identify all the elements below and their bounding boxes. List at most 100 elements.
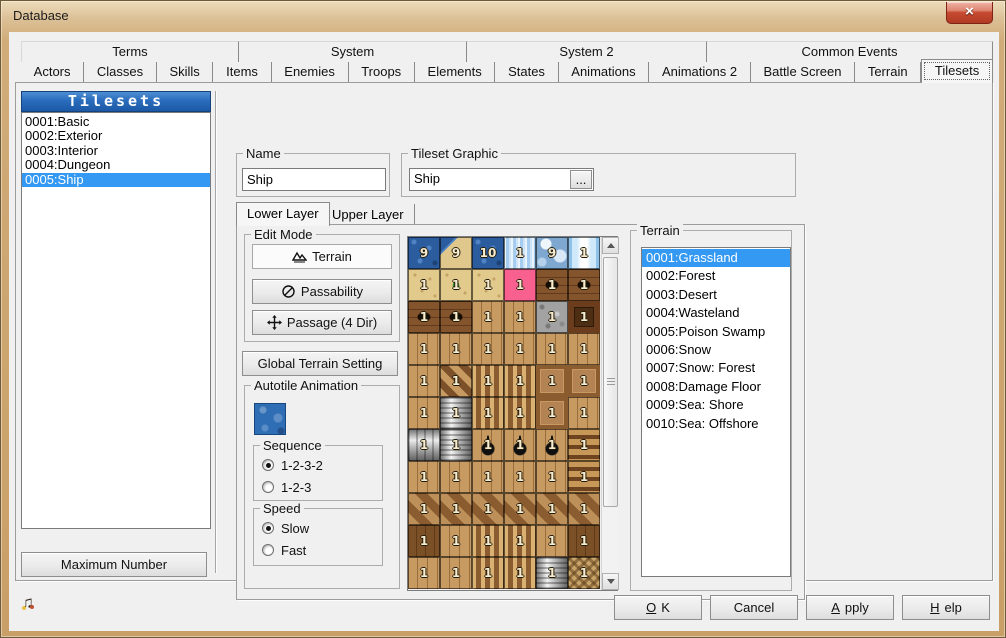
tileset-tile[interactable]: 1 — [472, 269, 504, 301]
tileset-tile[interactable]: 1 — [568, 397, 600, 429]
tileset-tile[interactable]: 1 — [440, 461, 472, 493]
tileset-tile[interactable]: 1 — [440, 557, 472, 589]
tileset-list-item[interactable]: 0003:Interior — [22, 144, 210, 158]
tileset-tile[interactable]: 1 — [472, 301, 504, 333]
scroll-thumb[interactable] — [603, 257, 618, 507]
tileset-tile[interactable]: 1 — [504, 269, 536, 301]
tileset-tile[interactable]: 1 — [472, 365, 504, 397]
maximum-number-button[interactable]: Maximum Number — [21, 552, 207, 577]
tileset-tile[interactable]: 1 — [504, 525, 536, 557]
name-input[interactable] — [242, 168, 386, 191]
terrain-list-item[interactable]: 0002:Forest — [642, 267, 790, 285]
tileset-list-item[interactable]: 0001:Basic — [22, 115, 210, 129]
help-button[interactable]: Help — [902, 595, 990, 620]
tileset-tile[interactable]: 1 — [504, 429, 536, 461]
tileset-graphic-field[interactable]: Ship ... — [409, 168, 594, 191]
tileset-tile[interactable]: 1 — [472, 461, 504, 493]
terrain-list-item[interactable]: 0001:Grassland — [642, 249, 790, 267]
tileset-tile[interactable]: 1 — [472, 493, 504, 525]
sequence-option-1-2-3[interactable]: 1-2-3 — [262, 480, 311, 494]
tab-group-system-2[interactable]: System 2 — [467, 41, 707, 62]
tab-enemies[interactable]: Enemies — [272, 62, 349, 82]
tileset-tile[interactable]: 1 — [536, 525, 568, 557]
tileset-tile[interactable]: 1 — [408, 461, 440, 493]
tab-skills[interactable]: Skills — [157, 62, 214, 82]
tileset-tile[interactable]: 9 — [440, 237, 472, 269]
tileset-tile[interactable]: 1 — [440, 525, 472, 557]
radio-checked[interactable] — [262, 522, 274, 534]
tileset-tile[interactable]: 1 — [536, 269, 568, 301]
apply-button[interactable]: Apply — [806, 595, 894, 620]
tileset-tile[interactable]: 1 — [472, 429, 504, 461]
speed-option-slow[interactable]: Slow — [262, 521, 309, 535]
tileset-tile[interactable]: 1 — [568, 269, 600, 301]
tileset-list-item[interactable]: 0005:Ship — [22, 173, 210, 187]
tileset-tile[interactable]: 1 — [472, 557, 504, 589]
terrain-list-item[interactable]: 0004:Wasteland — [642, 304, 790, 322]
ok-button[interactable]: OK — [614, 595, 702, 620]
titlebar[interactable]: Database × — [1, 1, 1005, 32]
tab-animations-2[interactable]: Animations 2 — [649, 62, 751, 82]
tileset-tile[interactable]: 1 — [408, 557, 440, 589]
tileset-tile[interactable]: 1 — [568, 493, 600, 525]
tileset-tile[interactable]: 1 — [408, 397, 440, 429]
tab-battle-screen[interactable]: Battle Screen — [751, 62, 855, 82]
terrain-button[interactable]: Terrain — [252, 244, 392, 269]
radio-unchecked[interactable] — [262, 544, 274, 556]
radio-unchecked[interactable] — [262, 481, 274, 493]
tileset-tile[interactable]: 1 — [568, 461, 600, 493]
tileset-tile[interactable]: 1 — [440, 301, 472, 333]
tileset-tile[interactable]: 1 — [408, 429, 440, 461]
close-button[interactable]: × — [946, 2, 993, 24]
tileset-tile[interactable]: 1 — [504, 365, 536, 397]
passage-4-dir-button[interactable]: Passage (4 Dir) — [252, 310, 392, 335]
tileset-scrollbar[interactable] — [601, 237, 618, 590]
tileset-list-item[interactable]: 0004:Dungeon — [22, 158, 210, 172]
tileset-tile[interactable]: 1 — [568, 333, 600, 365]
tileset-tile[interactable]: 1 — [536, 557, 568, 589]
tab-lower-layer[interactable]: Lower Layer — [236, 202, 330, 226]
tileset-tile[interactable]: 1 — [568, 429, 600, 461]
tileset-tile[interactable]: 1 — [568, 557, 600, 589]
tileset-tile[interactable]: 1 — [568, 237, 600, 269]
terrain-list-item[interactable]: 0006:Snow — [642, 341, 790, 359]
tab-group-system[interactable]: System — [239, 41, 467, 62]
tileset-tile[interactable]: 1 — [408, 365, 440, 397]
tileset-tile[interactable]: 1 — [408, 493, 440, 525]
tileset-tile[interactable]: 1 — [536, 365, 568, 397]
tileset-tile[interactable]: 9 — [408, 237, 440, 269]
tab-tilesets[interactable]: Tilesets — [921, 59, 993, 83]
tileset-tile[interactable]: 1 — [568, 301, 600, 333]
tileset-tile[interactable]: 1 — [440, 493, 472, 525]
tileset-tile[interactable]: 1 — [536, 429, 568, 461]
radio-checked[interactable] — [262, 459, 274, 471]
tileset-tile[interactable]: 1 — [568, 525, 600, 557]
tileset-tile[interactable]: 1 — [440, 365, 472, 397]
tab-states[interactable]: States — [495, 62, 558, 82]
tileset-tile[interactable]: 10 — [472, 237, 504, 269]
tileset-tile[interactable]: 1 — [504, 461, 536, 493]
tab-classes[interactable]: Classes — [84, 62, 157, 82]
terrain-list[interactable]: 0001:Grassland0002:Forest0003:Desert0004… — [641, 247, 791, 577]
tileset-tile[interactable]: 1 — [408, 333, 440, 365]
tab-group-terms[interactable]: Terms — [21, 41, 239, 62]
tileset-tile[interactable]: 1 — [536, 333, 568, 365]
tileset-tile[interactable]: 1 — [504, 557, 536, 589]
passability-button[interactable]: Passability — [252, 279, 392, 304]
tab-elements[interactable]: Elements — [415, 62, 496, 82]
tileset-tile[interactable]: 1 — [536, 397, 568, 429]
tileset-tile[interactable]: 1 — [504, 397, 536, 429]
terrain-list-item[interactable]: 0008:Damage Floor — [642, 378, 790, 396]
tileset-tile[interactable]: 1 — [440, 269, 472, 301]
tileset-tile[interactable]: 1 — [408, 525, 440, 557]
tileset-tile[interactable]: 1 — [472, 525, 504, 557]
tileset-tile[interactable]: 1 — [504, 301, 536, 333]
scroll-up-button[interactable] — [602, 237, 619, 254]
tileset-tile[interactable]: 1 — [536, 493, 568, 525]
cancel-button[interactable]: Cancel — [710, 595, 798, 620]
tab-terrain[interactable]: Terrain — [855, 62, 921, 82]
sequence-option-1-2-3-2[interactable]: 1-2-3-2 — [262, 458, 323, 472]
browse-button[interactable]: ... — [570, 170, 592, 189]
tileset-tile[interactable]: 1 — [440, 397, 472, 429]
tab-troops[interactable]: Troops — [349, 62, 415, 82]
